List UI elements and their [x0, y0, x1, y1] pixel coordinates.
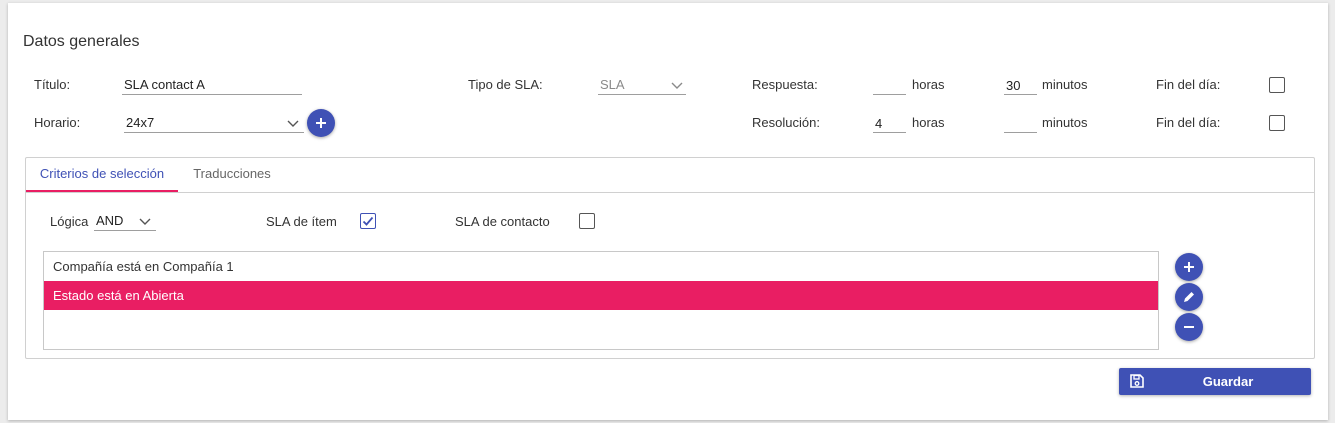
save-button[interactable]: Guardar: [1119, 368, 1311, 395]
respuesta-horas-input[interactable]: [873, 75, 906, 95]
remove-criterion-button[interactable]: [1175, 313, 1203, 341]
sla-item-checkbox[interactable]: [360, 213, 376, 229]
criteria-panel: Criterios de selección Traducciones Lógi…: [25, 157, 1315, 359]
list-item[interactable]: Compañía está en Compañía 1: [44, 252, 1158, 281]
tipo-sla-value: SLA: [600, 77, 625, 92]
tipo-sla-label: Tipo de SLA:: [468, 77, 543, 92]
chevron-down-icon: [671, 82, 683, 89]
sla-item-label: SLA de ítem: [266, 214, 337, 229]
criteria-list[interactable]: Compañía está en Compañía 1 Estado está …: [43, 251, 1159, 350]
horario-select[interactable]: 24x7: [124, 113, 304, 133]
respuesta-minutos-label: minutos: [1042, 77, 1088, 92]
resolucion-horas-value: 4: [875, 116, 883, 131]
tab-bar: Criterios de selección Traducciones: [26, 158, 1314, 193]
logica-label: Lógica: [50, 214, 89, 229]
sla-contacto-checkbox[interactable]: [579, 213, 595, 229]
horario-value: 24x7: [126, 115, 155, 130]
fin-dia-respuesta-label: Fin del día:: [1156, 77, 1221, 92]
resolucion-minutos-input[interactable]: [1004, 113, 1037, 133]
sla-form-card: Datos generales Título: SLA contact A Ti…: [8, 3, 1328, 420]
tab-traducciones[interactable]: Traducciones: [178, 158, 286, 192]
resolucion-horas-label: horas: [912, 115, 945, 130]
logica-select[interactable]: AND: [94, 212, 156, 231]
titulo-input[interactable]: SLA contact A: [122, 75, 302, 95]
add-horario-button[interactable]: [307, 109, 335, 137]
respuesta-label: Respuesta:: [752, 77, 818, 92]
resolucion-horas-input[interactable]: 4: [873, 113, 906, 133]
horario-label: Horario:: [34, 115, 81, 130]
save-label: Guardar: [1202, 374, 1254, 389]
minus-icon: [1184, 326, 1194, 328]
chevron-down-icon: [287, 120, 299, 127]
fin-dia-resolucion-checkbox[interactable]: [1269, 115, 1285, 131]
respuesta-minutos-input[interactable]: 30: [1004, 75, 1037, 95]
resolucion-label: Resolución:: [752, 115, 820, 130]
titulo-value: SLA contact A: [124, 77, 205, 92]
titulo-label: Título:: [34, 77, 71, 92]
list-item-selected[interactable]: Estado está en Abierta: [44, 281, 1158, 310]
sla-contacto-label: SLA de contacto: [455, 214, 550, 229]
section-title: Datos generales: [23, 33, 140, 50]
chevron-down-icon: [139, 218, 151, 225]
respuesta-minutos-value: 30: [1006, 78, 1021, 93]
resolucion-minutos-label: minutos: [1042, 115, 1088, 130]
check-icon: [362, 216, 374, 226]
fin-dia-respuesta-checkbox[interactable]: [1269, 77, 1285, 93]
logica-value: AND: [96, 213, 124, 228]
tab-criterios[interactable]: Criterios de selección: [26, 158, 178, 192]
respuesta-horas-label: horas: [912, 77, 945, 92]
edit-criterion-button[interactable]: [1175, 283, 1203, 311]
add-icon: [1184, 262, 1194, 272]
pencil-icon: [1184, 292, 1194, 302]
add-criterion-button[interactable]: [1175, 253, 1203, 281]
fin-dia-resolucion-label: Fin del día:: [1156, 115, 1221, 130]
add-icon: [316, 118, 326, 128]
tipo-sla-select[interactable]: SLA: [598, 75, 686, 95]
